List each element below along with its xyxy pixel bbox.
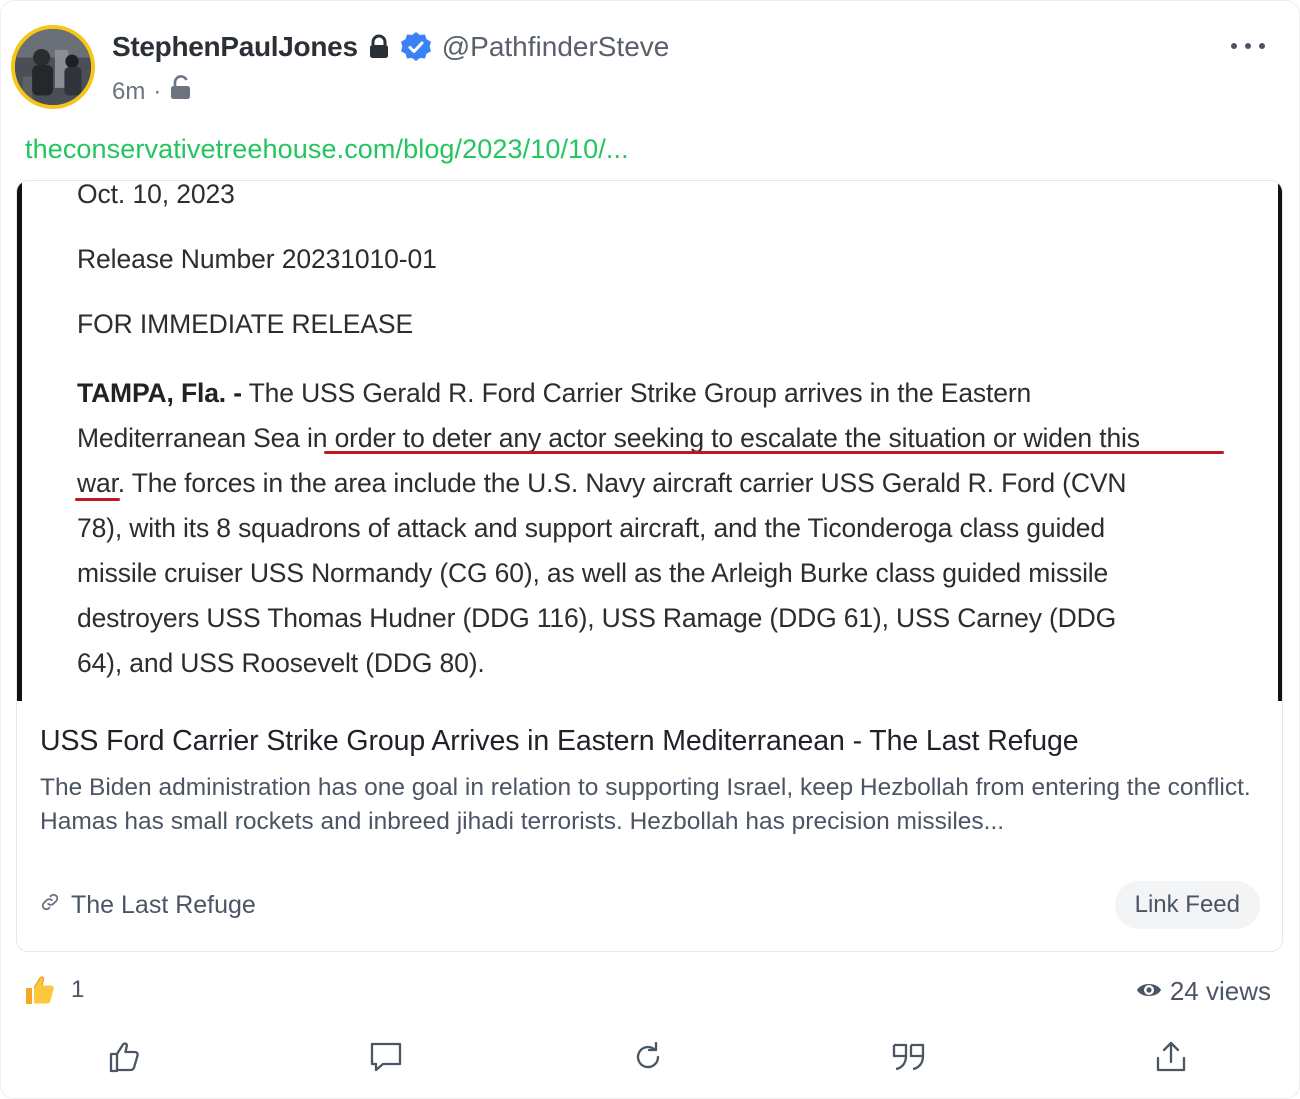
verified-badge-icon [400, 31, 432, 63]
card-description: The Biden administration has one goal in… [40, 774, 1251, 835]
card-title[interactable]: USS Ford Carrier Strike Group Arrives in… [40, 725, 1079, 758]
post-card: StephenPaulJones @PathfinderSteve 6m · t… [0, 0, 1300, 1099]
author-row: StephenPaulJones @PathfinderSteve [112, 29, 669, 65]
author-handle[interactable]: @PathfinderSteve [442, 31, 670, 63]
link-preview-image: Oct. 10, 2023 Release Number 20231010-01… [17, 181, 1282, 701]
release-dateline: TAMPA, Fla. - [77, 378, 242, 408]
post-timestamp[interactable]: 6m [112, 78, 145, 106]
release-number: Release Number 20231010-01 [77, 244, 437, 274]
share-icon[interactable] [1153, 1039, 1189, 1075]
post-meta: 6m · [112, 75, 193, 108]
highlight-underline-2 [75, 498, 120, 501]
release-line-6: destroyers USS Thomas Hudner (DDG 116), … [77, 603, 1117, 633]
release-line-7: 64), and USS Roosevelt (DDG 80). [77, 648, 485, 678]
author-avatar[interactable] [11, 25, 95, 109]
release-line-3: war. The forces in the area include the … [77, 468, 1127, 498]
release-line-5: missile cruiser USS Normandy (CG 60), as… [77, 558, 1109, 588]
reaction-count: 1 [71, 976, 85, 1003]
reply-icon[interactable] [368, 1039, 404, 1075]
like-icon[interactable] [107, 1039, 143, 1075]
highlight-underline [324, 451, 1224, 454]
eye-icon [1136, 976, 1162, 1007]
link-icon [39, 891, 61, 920]
link-preview-card[interactable]: Oct. 10, 2023 Release Number 20231010-01… [16, 180, 1283, 952]
card-source[interactable]: The Last Refuge [39, 891, 256, 920]
more-options-icon[interactable] [1231, 35, 1265, 57]
views-label: 24 views [1169, 976, 1271, 1006]
author-display-name[interactable]: StephenPaulJones [112, 31, 358, 63]
avatar-photo [15, 29, 91, 105]
quote-icon[interactable] [891, 1039, 927, 1075]
meta-separator: · [153, 77, 162, 105]
unlock-icon [169, 75, 193, 108]
post-link[interactable]: theconservativetreehouse.com/blog/2023/1… [25, 134, 629, 165]
reactions-summary[interactable]: 1 [23, 973, 84, 1007]
views-count: 24 views [1136, 976, 1271, 1007]
release-line-2: Mediterranean Sea in order to deter any … [77, 423, 1140, 453]
card-source-name: The Last Refuge [71, 891, 256, 919]
repost-icon[interactable] [630, 1039, 666, 1075]
release-line-1: TAMPA, Fla. - The USS Gerald R. Ford Car… [77, 378, 1032, 408]
thumbs-up-emoji-icon [23, 973, 57, 1007]
release-type: FOR IMMEDIATE RELEASE [77, 309, 414, 339]
release-date: Oct. 10, 2023 [77, 181, 235, 209]
link-feed-button[interactable]: Link Feed [1114, 881, 1260, 929]
lock-icon [368, 34, 390, 60]
release-line-4: 78), with its 8 squadrons of attack and … [77, 513, 1105, 543]
release-body: TAMPA, Fla. - The USS Gerald R. Ford Car… [77, 371, 1242, 686]
